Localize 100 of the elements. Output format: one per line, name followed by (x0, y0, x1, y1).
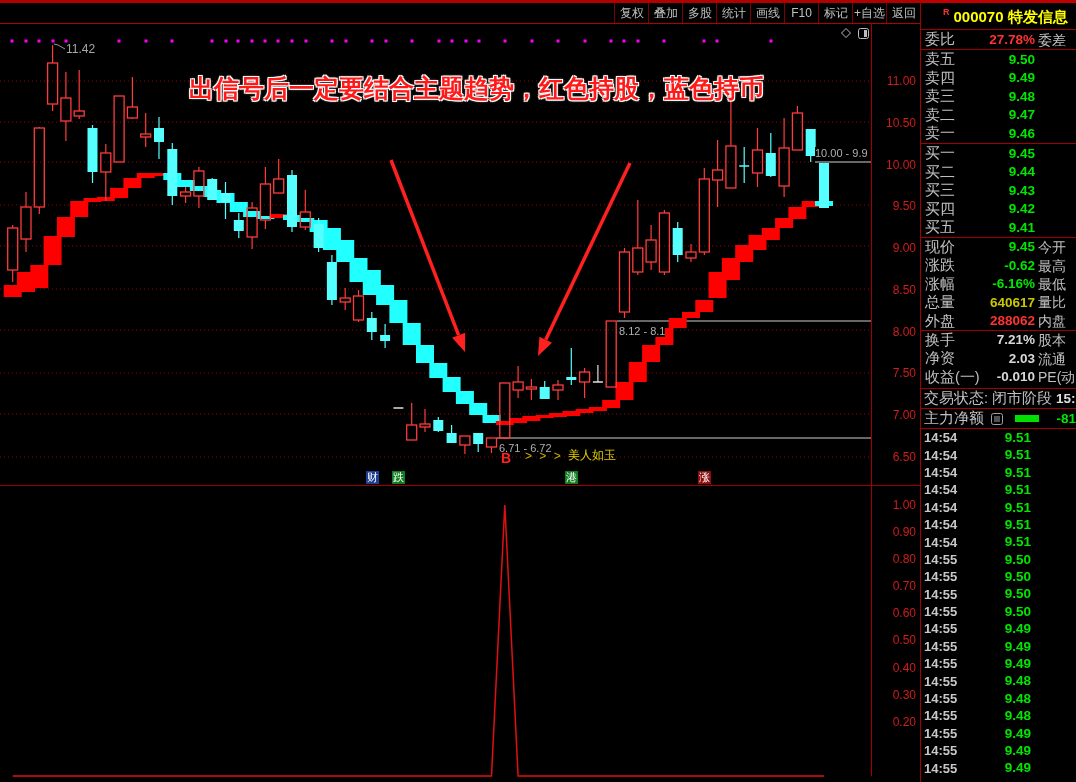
toolbar-button[interactable]: 叠加 (648, 3, 682, 23)
quote-value: 640617 (989, 295, 1035, 310)
quote-label: 现价 (925, 239, 955, 255)
quote-label: 涨幅 (925, 276, 955, 292)
tick-time: 14:55 (924, 552, 958, 566)
tick-price: 9.50 (1004, 604, 1031, 619)
toolbar-button[interactable]: 复权 (614, 3, 648, 23)
axis-label: 7.50 (892, 367, 916, 380)
quote-value: 9.45 (1008, 240, 1035, 254)
axis-label: 0.20 (892, 715, 916, 728)
price-value: 9.49 (1008, 71, 1035, 85)
tick-time: 14:55 (924, 709, 958, 723)
tick-price: 9.49 (1004, 761, 1031, 775)
quote-label: 收益(一) (925, 369, 980, 385)
quote-value: 288062 (989, 314, 1035, 328)
tick-price: 9.51 (1004, 465, 1031, 480)
tick-price: 9.51 (1004, 430, 1031, 445)
price-value: 9.42 (1008, 202, 1035, 216)
quote-value: 2.03 (1008, 351, 1035, 366)
tick-time: 14:55 (924, 657, 958, 671)
quote-label: 卖五 (925, 52, 955, 67)
tick-time: 14:54 (924, 465, 958, 479)
quote-label: 今开 (1038, 240, 1066, 255)
tick-price: 9.50 (1004, 587, 1031, 601)
toolbar-button[interactable]: 画线 (750, 3, 784, 23)
toolbar-button[interactable]: 返回 (886, 3, 920, 23)
axis-label: 9.50 (892, 200, 916, 213)
quote-label: PE(动 (1038, 369, 1076, 384)
tick-price: 9.51 (1004, 517, 1031, 532)
price-value: 9.43 (1008, 183, 1035, 198)
tick-price: 9.50 (1004, 570, 1031, 584)
quote-label: 最高 (1038, 258, 1066, 273)
toolbar-button[interactable]: 标记 (818, 3, 852, 23)
tick-price: 9.51 (1004, 483, 1031, 497)
tick-time: 14:55 (924, 726, 958, 740)
tick-time: 14:54 (924, 431, 958, 445)
tick-time: 14:55 (924, 674, 958, 688)
quote-label: 换手 (925, 332, 955, 348)
quote-label: 委比 (925, 32, 955, 47)
axis-label: 1.00 (892, 498, 916, 511)
quote-label: 买五 (925, 220, 955, 235)
quote-label: 委差 (1038, 32, 1066, 47)
quote-label: 外盘 (925, 313, 955, 328)
quote-label: 内盘 (1038, 313, 1066, 328)
toolbar-button[interactable]: +自选 (852, 3, 886, 23)
quote-label: 买三 (925, 183, 955, 198)
list-icon[interactable] (991, 412, 1003, 425)
axis-label: 0.70 (892, 580, 916, 593)
flow-bar-icon (1015, 415, 1039, 422)
tick-time: 14:55 (924, 605, 958, 619)
price-value: 9.48 (1008, 89, 1035, 104)
quote-value: -6.16% (992, 277, 1035, 291)
tick-time: 14:54 (924, 448, 958, 462)
tick-price: 9.51 (1004, 500, 1031, 514)
quote-label: 卖四 (925, 70, 955, 86)
tick-time: 14:54 (924, 518, 958, 532)
axis-label: 10.00 (885, 158, 916, 171)
price-value: 9.46 (1008, 126, 1035, 141)
axis-label: 0.60 (892, 607, 916, 620)
price-value: 9.44 (1008, 165, 1035, 179)
axis-label: 0.50 (892, 634, 916, 647)
tick-price: 9.50 (1004, 552, 1031, 567)
tick-time: 14:54 (924, 535, 958, 549)
toolbar-button[interactable]: 统计 (716, 3, 750, 23)
quote-label: 买一 (925, 146, 955, 161)
quote-value: 27.78% (989, 32, 1035, 47)
tick-price: 9.49 (1004, 622, 1031, 636)
axis-label: 0.30 (892, 688, 916, 701)
axis-label: 0.80 (892, 553, 916, 566)
tick-price: 9.51 (1004, 535, 1031, 549)
axis-label: 6.50 (892, 451, 916, 463)
tick-time: 14:54 (924, 483, 958, 497)
quote-label: 买四 (925, 201, 955, 217)
quote-label: 卖二 (925, 107, 955, 123)
tick-price: 9.48 (1004, 674, 1031, 688)
quote-label: 最低 (1038, 276, 1066, 291)
price-value: 9.47 (1008, 108, 1035, 122)
tick-time: 14:55 (924, 744, 958, 758)
tick-price: 9.49 (1004, 726, 1031, 741)
tick-price: 9.48 (1004, 709, 1031, 723)
quote-label: 量比 (1038, 295, 1066, 310)
toolbar-button[interactable]: 多股 (682, 3, 716, 23)
stock-title: 000070 特发信息 (953, 8, 1068, 24)
axis-label: 0.90 (892, 526, 916, 539)
toolbar-button[interactable]: F10 (784, 3, 818, 23)
tick-price: 9.48 (1004, 691, 1031, 706)
price-value: 9.50 (1008, 52, 1035, 67)
axis-label: 8.00 (892, 325, 916, 338)
axis-label: 7.00 (892, 409, 916, 422)
quote-label: 主力净额 (924, 411, 984, 426)
status-value: 闭市阶段 (992, 391, 1053, 406)
quote-value: -0.62 (1004, 258, 1035, 273)
tick-time: 14:55 (924, 570, 958, 584)
quote-label: 卖三 (925, 89, 955, 104)
quote-value: -81 (1056, 411, 1076, 426)
quote-value: -0.010 (996, 370, 1035, 384)
tick-price: 9.49 (1004, 743, 1031, 758)
tick-price: 9.51 (1004, 448, 1031, 462)
axis-label: 8.50 (892, 283, 916, 296)
tick-price: 9.49 (1004, 657, 1031, 671)
